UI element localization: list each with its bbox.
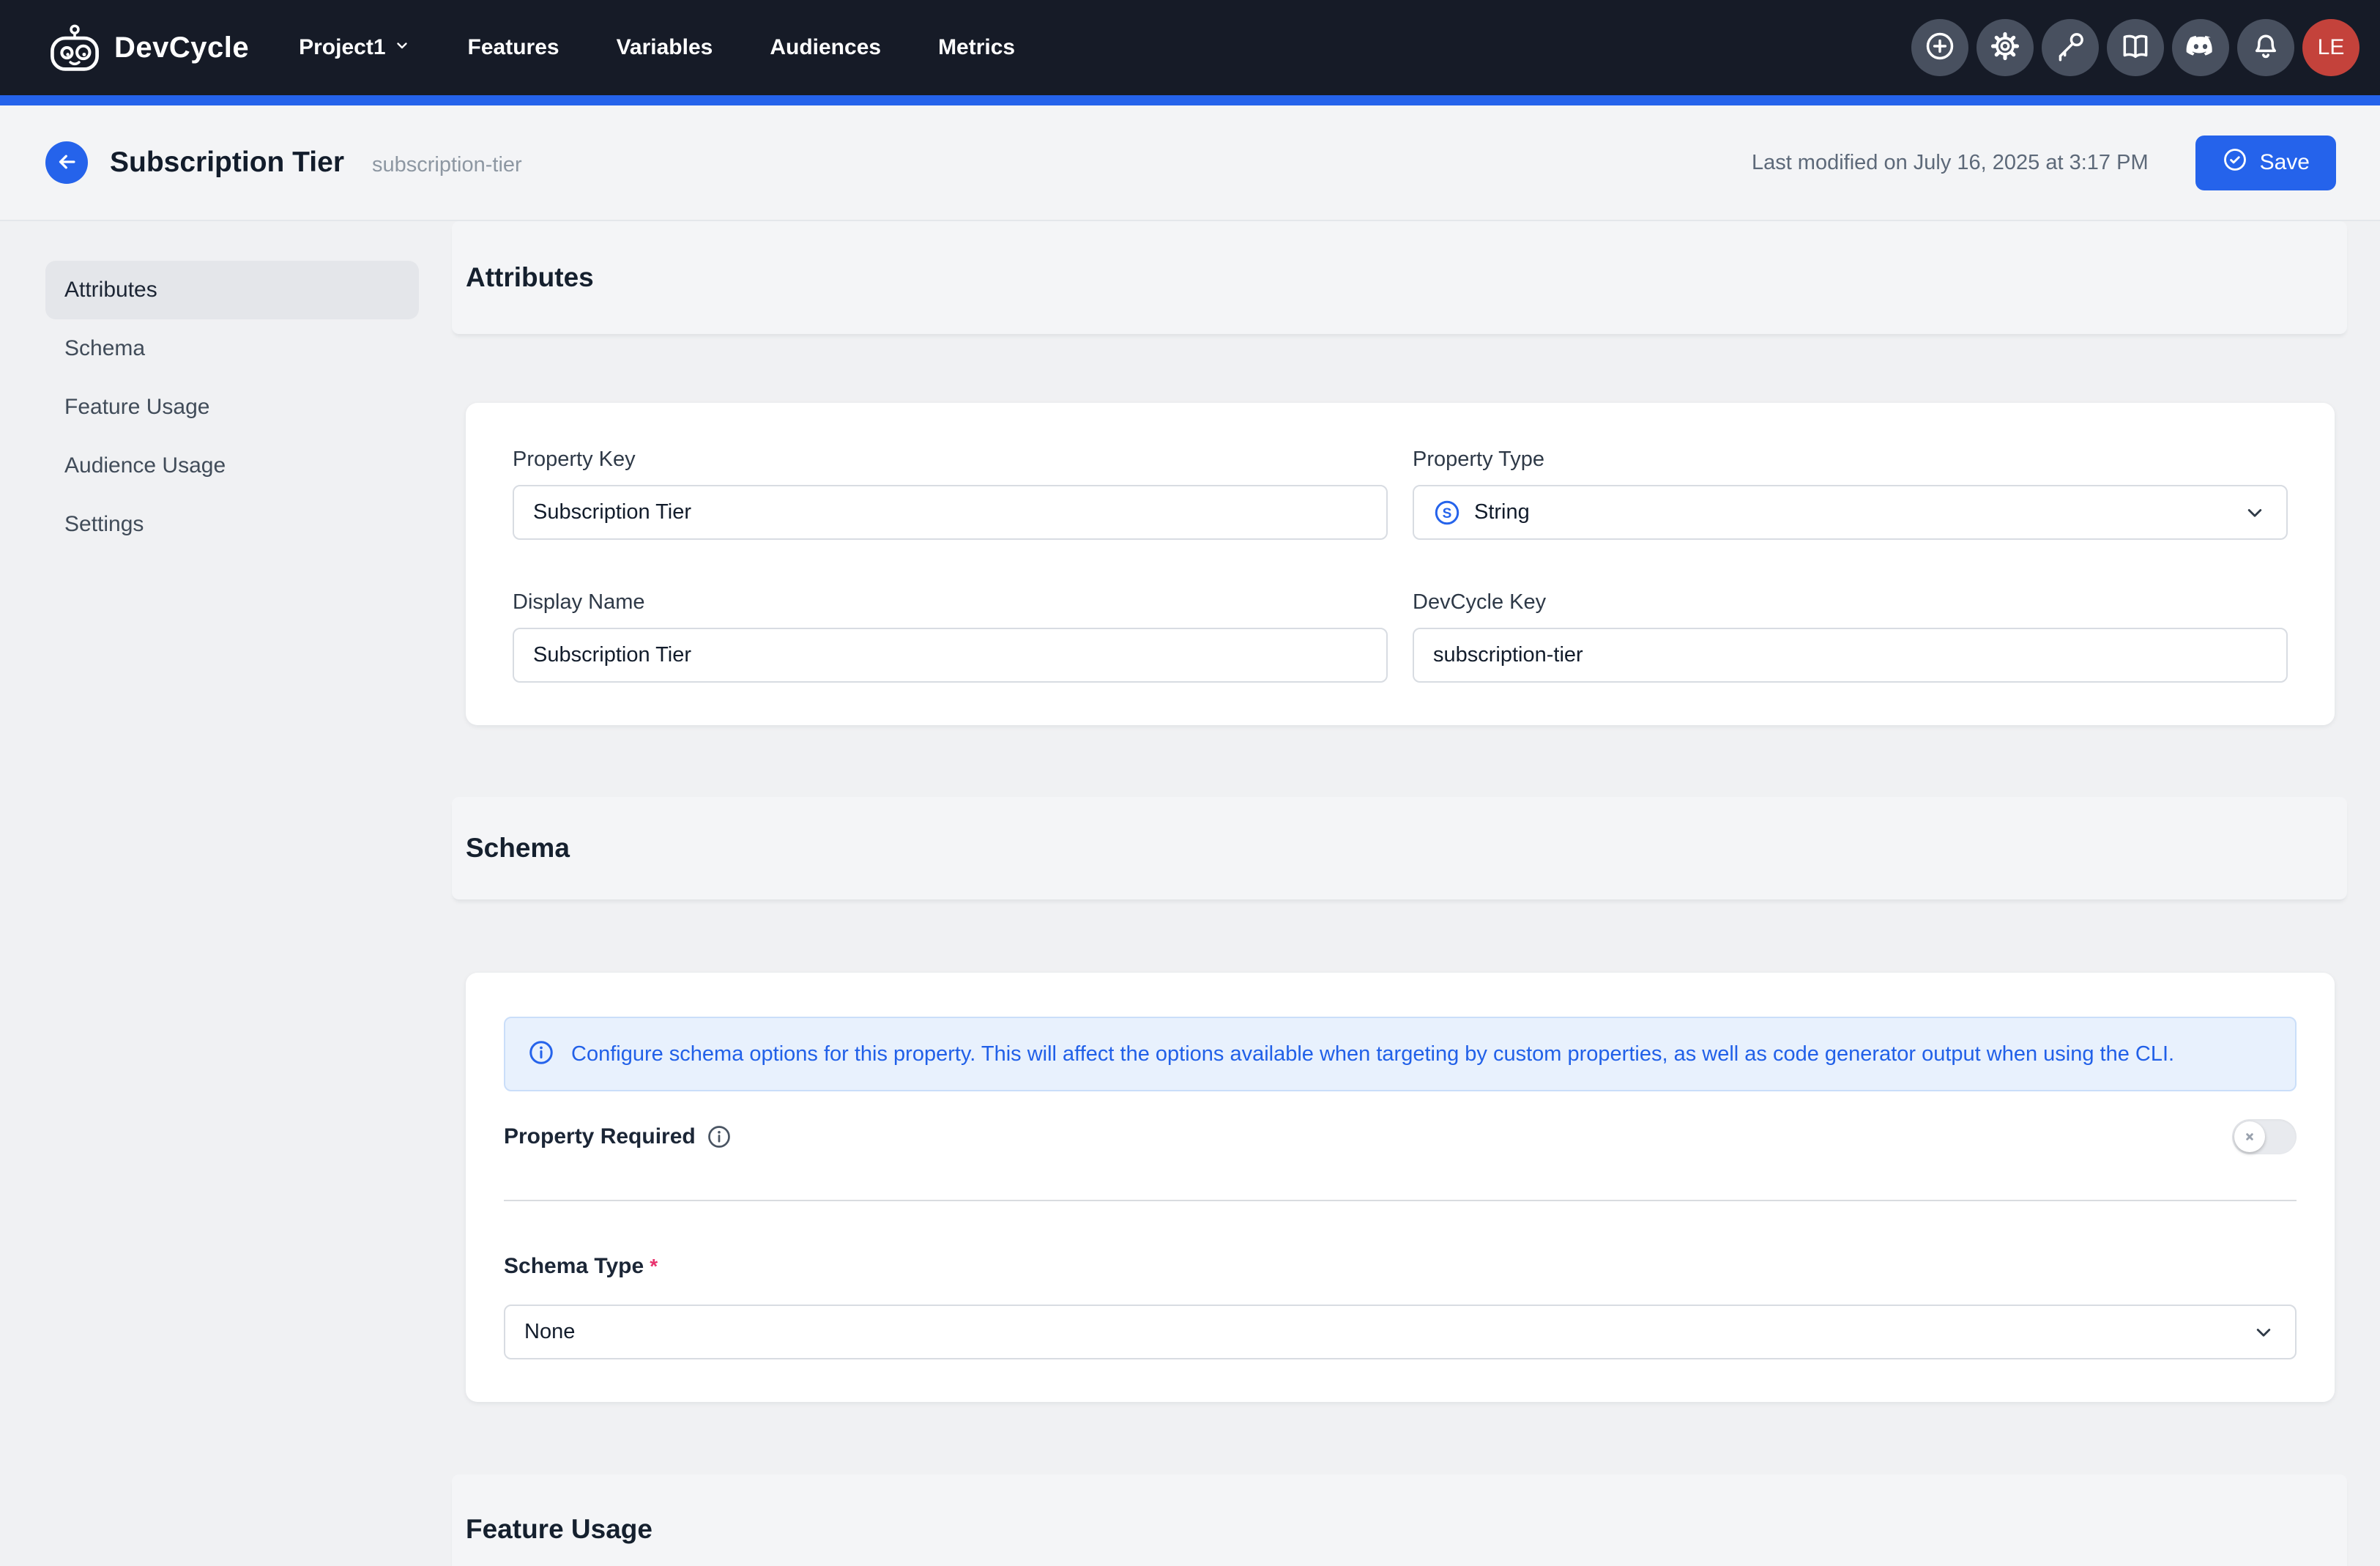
page-header: Subscription Tier subscription-tier Last… — [0, 105, 2380, 221]
add-button[interactable] — [1911, 19, 1968, 76]
property-required-label: Property Required — [504, 1124, 696, 1149]
property-key-input[interactable] — [513, 485, 1388, 540]
top-nav: DevCycle Project1 Features Variables Aud… — [0, 0, 2380, 95]
property-type-value: String — [1474, 500, 1530, 524]
chevron-down-icon — [393, 35, 411, 60]
schema-type-select[interactable]: None — [504, 1305, 2297, 1359]
section-sidebar: Attributes Schema Feature Usage Audience… — [45, 261, 419, 554]
sidebar-item-settings[interactable]: Settings — [45, 495, 419, 554]
schema-heading: Schema — [466, 833, 570, 864]
devcycle-robot-icon — [45, 23, 104, 72]
sidebar-item-feature-usage[interactable]: Feature Usage — [45, 378, 419, 437]
property-required-toggle[interactable] — [2232, 1119, 2297, 1154]
user-avatar[interactable]: LE — [2302, 19, 2359, 76]
chevron-down-icon — [2242, 500, 2267, 525]
nav-item-audiences[interactable]: Audiences — [770, 35, 881, 60]
toggle-knob — [2234, 1121, 2265, 1152]
feature-usage-heading: Feature Usage — [466, 1514, 652, 1545]
property-required-row: Property Required — [504, 1119, 2297, 1154]
devcycle-key-input[interactable] — [1413, 628, 2288, 683]
back-button[interactable] — [45, 141, 88, 184]
property-type-select[interactable]: S String — [1413, 485, 2288, 540]
display-name-field: Display Name — [513, 590, 1388, 683]
schema-section-header: Schema — [452, 797, 2347, 899]
page-title: Subscription Tier — [110, 146, 344, 179]
sidebar-item-attributes[interactable]: Attributes — [45, 261, 419, 319]
arrow-left-icon — [54, 149, 79, 177]
nav-item-features[interactable]: Features — [468, 35, 559, 60]
schema-divider — [504, 1200, 2297, 1201]
notifications-button[interactable] — [2237, 19, 2294, 76]
property-type-field: Property Type S String — [1413, 447, 2288, 540]
devcycle-logo[interactable]: DevCycle — [45, 23, 249, 72]
devcycle-key-label: DevCycle Key — [1413, 590, 2288, 615]
info-icon — [527, 1039, 555, 1070]
brand-name: DevCycle — [114, 31, 249, 64]
project-selector[interactable]: Project1 — [299, 35, 410, 60]
nav-item-variables[interactable]: Variables — [617, 35, 713, 60]
discord-button[interactable] — [2172, 19, 2229, 76]
devcycle-key-field: DevCycle Key — [1413, 590, 2288, 683]
last-modified-text: Last modified on July 16, 2025 at 3:17 P… — [1752, 151, 2149, 175]
accent-bar — [0, 95, 2380, 105]
notifications-bell-icon — [2250, 30, 2282, 66]
schema-info-alert: Configure schema options for this proper… — [504, 1017, 2297, 1091]
svg-text:S: S — [1443, 505, 1452, 521]
chevron-down-icon — [2251, 1320, 2276, 1345]
discord-icon — [2184, 30, 2217, 66]
page-key: subscription-tier — [372, 149, 522, 177]
sidebar-item-schema[interactable]: Schema — [45, 319, 419, 378]
property-key-field: Property Key — [513, 447, 1388, 540]
project-selector-label: Project1 — [299, 35, 385, 60]
required-asterisk: * — [650, 1255, 658, 1277]
attributes-section-header: Attributes — [452, 221, 2347, 334]
schema-card: Configure schema options for this proper… — [466, 973, 2335, 1402]
property-type-label: Property Type — [1413, 447, 2288, 472]
schema-type-label: Schema Type* — [504, 1253, 2297, 1280]
settings-button[interactable] — [1976, 19, 2034, 76]
sidebar-item-audience-usage[interactable]: Audience Usage — [45, 437, 419, 495]
check-circle-icon — [2222, 146, 2248, 179]
save-button[interactable]: Save — [2195, 136, 2336, 190]
api-key-icon — [2054, 30, 2086, 66]
property-key-label: Property Key — [513, 447, 1388, 472]
display-name-label: Display Name — [513, 590, 1388, 615]
attributes-heading: Attributes — [466, 262, 594, 293]
feature-usage-section-header: Feature Usage — [452, 1474, 2347, 1566]
attributes-card: Property Key Property Type S String — [466, 403, 2335, 725]
schema-info-text: Configure schema options for this proper… — [571, 1042, 2174, 1066]
docs-book-icon — [2119, 30, 2152, 66]
docs-button[interactable] — [2107, 19, 2164, 76]
string-type-icon: S — [1433, 499, 1461, 527]
nav-item-metrics[interactable]: Metrics — [938, 35, 1015, 60]
property-required-info-icon[interactable] — [706, 1124, 732, 1150]
settings-gear-icon — [1989, 30, 2021, 66]
save-button-label: Save — [2260, 150, 2310, 175]
api-keys-button[interactable] — [2042, 19, 2099, 76]
schema-type-value: None — [524, 1320, 575, 1344]
add-icon — [1924, 30, 1956, 66]
display-name-input[interactable] — [513, 628, 1388, 683]
